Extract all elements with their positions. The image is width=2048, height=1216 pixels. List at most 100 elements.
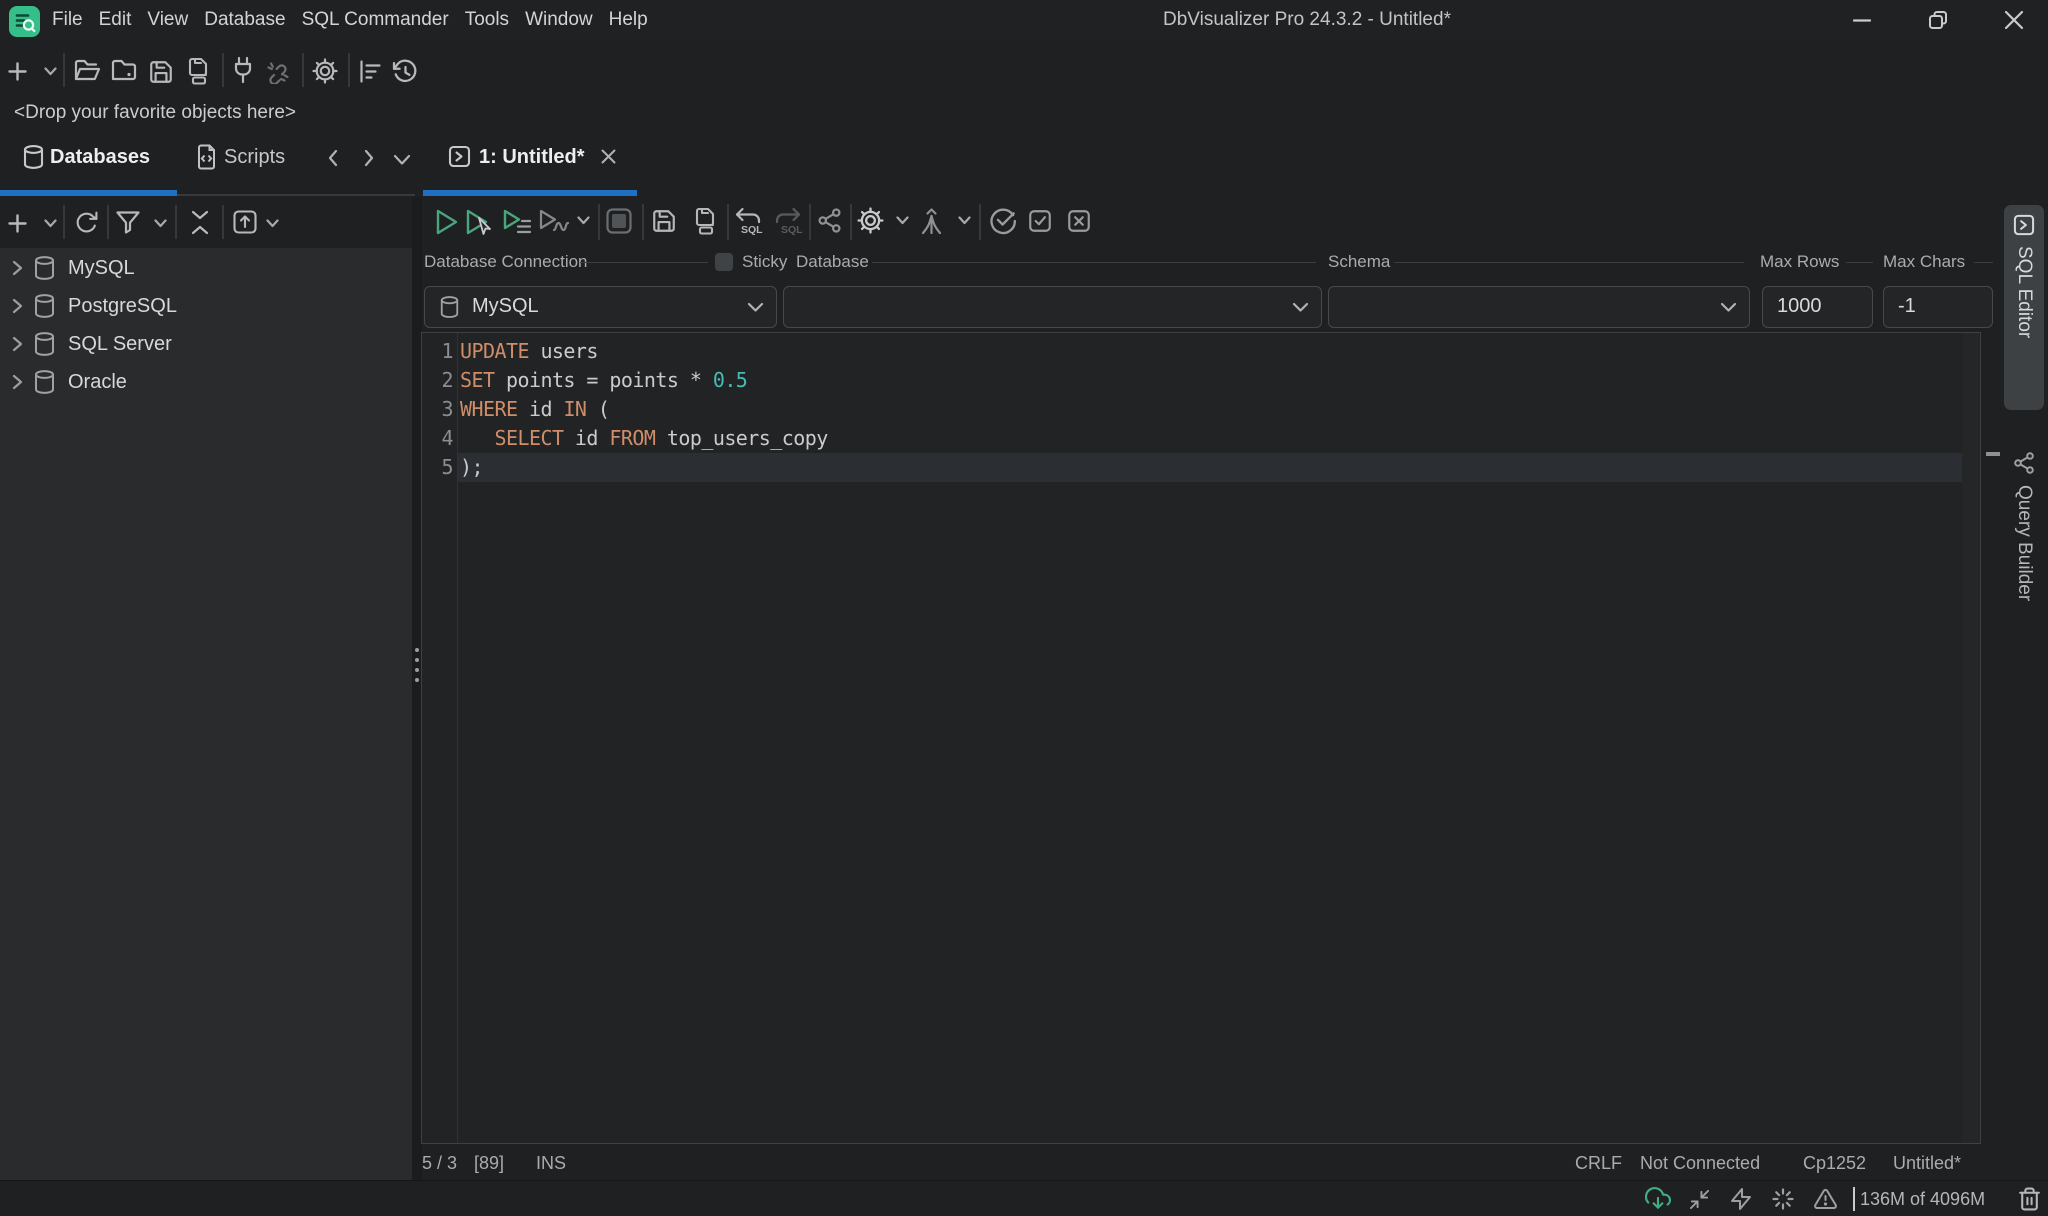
sticky-checkbox[interactable] <box>715 253 733 271</box>
tree-row-sqlserver[interactable]: SQL Server <box>0 325 412 363</box>
current-line-highlight <box>458 453 1962 482</box>
tab-strip: Databases Scripts 1: Untitled* <box>0 134 2048 197</box>
connections-tree: MySQL PostgreSQL SQL Server Oracle <box>0 248 412 1180</box>
tab-nav-back-icon[interactable] <box>325 148 341 168</box>
insert-mode: INS <box>536 1153 566 1174</box>
tree-export-chevron-icon[interactable] <box>266 219 279 228</box>
max-rows-input[interactable]: 1000 <box>1762 286 1873 328</box>
tree-collapse-all-button[interactable] <box>190 209 210 236</box>
close-button[interactable] <box>1991 0 2037 40</box>
menu-help[interactable]: Help <box>609 9 648 31</box>
tree-export-button[interactable] <box>232 209 258 235</box>
databases-tab-underline <box>0 190 177 196</box>
execute-explain-button[interactable] <box>538 208 570 236</box>
open-recent-button[interactable] <box>110 58 138 84</box>
doc-name: Untitled* <box>1893 1153 1961 1174</box>
tab-databases[interactable]: Databases <box>50 146 150 169</box>
performance-icon[interactable] <box>1729 1187 1753 1211</box>
encoding: Cp1252 <box>1803 1153 1866 1174</box>
menu-edit[interactable]: Edit <box>99 9 132 31</box>
editor-settings-button[interactable] <box>857 207 884 234</box>
editor-save-as-button[interactable] <box>693 206 720 235</box>
database-icon <box>22 144 45 171</box>
code-line-5: 5); <box>422 453 1980 482</box>
execute-dropdown-chevron-icon[interactable] <box>577 216 590 225</box>
tree-row-postgresql[interactable]: PostgreSQL <box>0 287 412 325</box>
app-logo-icon <box>9 6 40 37</box>
minimize-button[interactable] <box>1839 0 1885 40</box>
schema-label: Schema <box>1328 252 1390 272</box>
tab-close-icon[interactable] <box>600 148 617 165</box>
merge-rows-button[interactable] <box>919 206 944 237</box>
memory-usage[interactable]: 136M of 4096M <box>1860 1189 1985 1210</box>
settings-chevron-icon[interactable] <box>896 216 909 225</box>
svg-text:SQL: SQL <box>741 224 763 236</box>
schema-select[interactable] <box>1328 286 1750 328</box>
scripts-icon <box>195 143 218 171</box>
warnings-icon[interactable] <box>1813 1187 1838 1211</box>
execute-current-button[interactable] <box>465 208 495 236</box>
minimize-memory-icon[interactable] <box>1688 1188 1711 1211</box>
tree-add-chevron-icon[interactable] <box>44 219 57 228</box>
history-button[interactable] <box>392 58 419 85</box>
svg-text:SQL: SQL <box>781 224 803 236</box>
tab-list-chevron-icon[interactable] <box>392 154 412 166</box>
restore-button[interactable] <box>1915 0 1961 40</box>
monitor-levels-icon[interactable] <box>358 59 383 84</box>
connection-status: Not Connected <box>1640 1153 1760 1174</box>
tree-add-button[interactable] <box>8 214 27 233</box>
execute-buffer-button[interactable] <box>502 208 532 236</box>
new-dropdown-chevron-icon[interactable] <box>44 67 57 76</box>
menu-view[interactable]: View <box>147 9 188 31</box>
editor-save-button[interactable] <box>651 208 677 234</box>
merge-chevron-icon[interactable] <box>958 216 971 225</box>
tree-toolbar <box>0 197 412 248</box>
busy-spinner-icon <box>1771 1187 1795 1211</box>
window-title: DbVisualizer Pro 24.3.2 - Untitled* <box>1163 0 1451 40</box>
max-chars-input[interactable]: -1 <box>1883 286 1993 328</box>
settings-gear-button[interactable] <box>312 58 338 84</box>
code-line-3: 3WHERE id IN ( <box>422 395 1980 424</box>
menu-tools[interactable]: Tools <box>465 9 509 31</box>
execute-button[interactable] <box>435 208 459 236</box>
sql-editor-area[interactable]: 1UPDATE users 2SET points = points * 0.5… <box>421 332 1981 1144</box>
menu-file[interactable]: File <box>52 9 83 31</box>
visualize-query-button[interactable] <box>816 207 843 234</box>
commit-button[interactable] <box>988 207 1016 235</box>
editor-status-row: 5 / 3 [89] INS CRLF Not Connected Cp1252… <box>422 1146 2008 1180</box>
new-connection-button[interactable] <box>8 62 27 81</box>
updates-cloud-icon[interactable] <box>1645 1186 1671 1212</box>
save-button[interactable] <box>148 59 174 85</box>
main-toolbar <box>0 40 2048 92</box>
tab-sql-editor[interactable]: SQL Editor <box>2004 205 2044 410</box>
tab-editor-untitled[interactable]: 1: Untitled* <box>479 146 585 169</box>
tab-query-builder[interactable]: Query Builder <box>2004 442 2044 667</box>
save-as-button[interactable] <box>186 56 213 85</box>
max-chars-label: Max Chars <box>1883 252 1965 272</box>
auto-commit-button[interactable] <box>1027 208 1053 234</box>
tree-row-mysql[interactable]: MySQL <box>0 249 412 287</box>
connect-plug-button[interactable] <box>232 56 254 86</box>
menu-sql-commander[interactable]: SQL Commander <box>302 9 449 31</box>
menu-window[interactable]: Window <box>525 9 593 31</box>
database-select[interactable] <box>783 286 1322 328</box>
open-file-button[interactable] <box>73 58 101 84</box>
menu-bar: File Edit View Database SQL Commander To… <box>52 0 648 40</box>
favorites-drop-area: <Drop your favorite objects here> <box>14 92 296 134</box>
connection-select[interactable]: MySQL <box>424 286 777 328</box>
tree-row-oracle[interactable]: Oracle <box>0 363 412 401</box>
editor-tab-underline <box>423 190 637 196</box>
tab-nav-forward-icon[interactable] <box>361 148 377 168</box>
tree-filter-chevron-icon[interactable] <box>154 219 167 228</box>
sql-redo-button[interactable]: SQL <box>772 206 803 237</box>
menu-database[interactable]: Database <box>204 9 285 31</box>
stop-button[interactable] <box>605 207 633 235</box>
gc-trash-icon[interactable] <box>2017 1186 2042 1212</box>
sql-undo-button[interactable]: SQL <box>733 206 764 237</box>
code-line-4: 4 SELECT id FROM top_users_copy <box>422 424 1980 453</box>
tree-refresh-button[interactable] <box>74 210 99 235</box>
rollback-button[interactable] <box>1066 208 1092 234</box>
disconnect-link-icon[interactable] <box>264 60 292 84</box>
tree-filter-button[interactable] <box>115 210 141 235</box>
tab-scripts[interactable]: Scripts <box>224 146 285 169</box>
